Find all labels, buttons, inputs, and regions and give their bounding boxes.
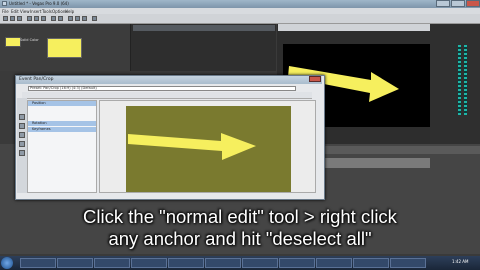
- close-button[interactable]: [466, 0, 480, 7]
- property-rotation[interactable]: Rotation: [28, 121, 96, 126]
- preview-toolbar: [278, 24, 430, 31]
- preset-value: Preset: Pan/Crop (16:9) (4:3) (Default): [30, 86, 97, 90]
- normal-edit-tool-icon[interactable]: [68, 15, 73, 21]
- master-bus-panel: [430, 24, 480, 144]
- caption-line-1: Click the "normal edit" tool > right cli…: [83, 206, 397, 227]
- envelope-tool-icon[interactable]: [75, 15, 80, 21]
- audio-meter-right: [464, 45, 467, 115]
- media-thumbnail[interactable]: [5, 37, 21, 47]
- dialog-title: Event Pan/Crop: [19, 77, 54, 82]
- taskbar-item[interactable]: [94, 258, 130, 268]
- audio-meter-left: [458, 45, 461, 115]
- dialog-close-button[interactable]: [309, 76, 321, 82]
- menu-insert[interactable]: Insert: [30, 9, 41, 14]
- normal-edit-tool-icon[interactable]: [19, 114, 25, 120]
- property-row: [28, 113, 96, 118]
- solid-color-thumbnail[interactable]: [47, 38, 82, 58]
- media-label: Solid Color: [20, 38, 39, 42]
- taskbar-item[interactable]: [279, 258, 315, 268]
- lock-icon[interactable]: [19, 150, 25, 156]
- caption-line-2: any anchor and hit "deselect all": [108, 228, 372, 249]
- zoom-tool-icon[interactable]: [92, 15, 97, 21]
- menu-help[interactable]: Help: [65, 9, 74, 14]
- app-icon: [2, 1, 7, 6]
- taskbar-item[interactable]: [316, 258, 352, 268]
- tutorial-caption: Click the "normal edit" tool > right cli…: [0, 206, 480, 250]
- pan-crop-frame[interactable]: [126, 106, 291, 192]
- trimmer-panel: [131, 24, 276, 71]
- window-title: Untitled * - Vegas Pro 9.0 (64): [9, 1, 69, 6]
- trimmer-header: [133, 25, 275, 31]
- taskbar-item[interactable]: [131, 258, 167, 268]
- property-position[interactable]: Position: [28, 101, 96, 106]
- taskbar-item[interactable]: [205, 258, 241, 268]
- dialog-toolbar: [22, 92, 312, 99]
- taskbar-item[interactable]: [242, 258, 278, 268]
- title-bar-content: Untitled * - Vegas Pro 9.0 (64): [0, 0, 480, 8]
- workspace-arrow-graphic: [128, 133, 256, 160]
- menu-edit[interactable]: Edit: [11, 9, 19, 14]
- redo-icon[interactable]: [58, 15, 63, 21]
- taskbar-clock: 1:42 AM: [452, 259, 469, 264]
- open-icon[interactable]: [10, 15, 15, 21]
- save-icon[interactable]: [17, 15, 22, 21]
- maximize-button[interactable]: [451, 0, 465, 7]
- new-icon[interactable]: [3, 15, 8, 21]
- zoom-icon[interactable]: [19, 132, 25, 138]
- taskbar-item[interactable]: [57, 258, 93, 268]
- minimize-button[interactable]: [436, 0, 450, 7]
- main-toolbar: [0, 14, 480, 24]
- start-button[interactable]: [1, 257, 13, 269]
- taskbar-item[interactable]: [168, 258, 204, 268]
- menu-view[interactable]: View: [20, 9, 30, 14]
- cut-icon[interactable]: [27, 15, 32, 21]
- copy-icon[interactable]: [34, 15, 39, 21]
- property-keyframes[interactable]: Keyframes: [28, 127, 96, 132]
- property-row: [28, 107, 96, 112]
- selection-tool-icon[interactable]: [82, 15, 87, 21]
- menu-tools[interactable]: Tools: [42, 9, 52, 14]
- snap-icon[interactable]: [19, 141, 25, 147]
- dialog-title-bar: [16, 76, 322, 84]
- undo-icon[interactable]: [51, 15, 56, 21]
- paste-icon[interactable]: [41, 15, 46, 21]
- move-icon[interactable]: [19, 123, 25, 129]
- taskbar-item[interactable]: [390, 258, 426, 268]
- taskbar-item[interactable]: [353, 258, 389, 268]
- taskbar-item[interactable]: [20, 258, 56, 268]
- menu-file[interactable]: File: [2, 9, 9, 14]
